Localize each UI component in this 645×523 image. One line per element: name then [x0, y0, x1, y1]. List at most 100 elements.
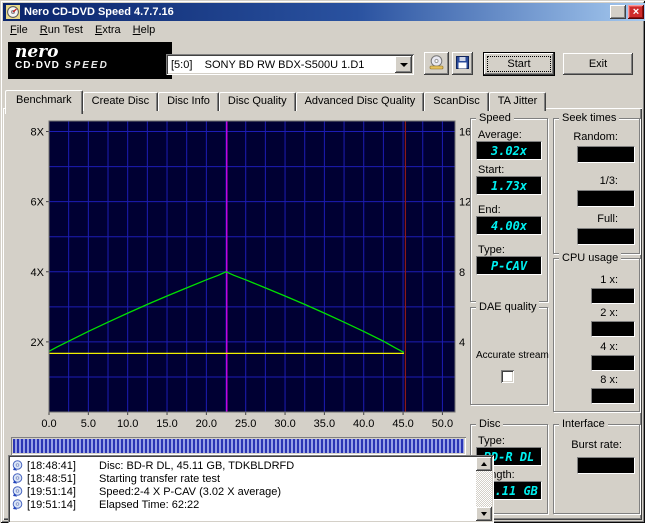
cpu-2x-value	[591, 321, 635, 337]
random-seek-value	[577, 146, 635, 163]
burst-rate-label: Burst rate:	[571, 439, 622, 451]
tab-scandisc[interactable]: ScanDisc	[424, 92, 489, 111]
disc-icon	[12, 473, 25, 484]
arrow-down-icon	[481, 512, 487, 516]
floppy-icon	[456, 55, 469, 72]
log-entry-time: [18:48:41]	[27, 459, 76, 472]
log-entry-time: [19:51:14]	[27, 485, 76, 498]
axis-tick-label: 8	[459, 267, 465, 279]
cpu-4x-value	[591, 355, 635, 371]
tab-disc-quality[interactable]: Disc Quality	[218, 92, 296, 111]
accurate-stream-checkbox[interactable]	[501, 370, 514, 383]
start-button[interactable]: Start	[484, 53, 554, 75]
log-entry-text: Disc: BD-R DL, 45.11 GB, TDKBLDRFD	[99, 459, 295, 472]
type-label: Type:	[478, 244, 505, 256]
cpu-1x-value	[591, 288, 635, 304]
cpu-8x-label: 8 x:	[600, 374, 618, 386]
seek-times-panel: Seek times Random: 1/3: Full:	[553, 112, 640, 254]
menu-help[interactable]: Help	[127, 22, 162, 38]
interface-panel: Interface Burst rate:	[553, 418, 640, 514]
speed-type-value: P-CAV	[476, 256, 542, 275]
log-entry-time: [18:48:51]	[27, 472, 76, 485]
tab-strip: Benchmark Create Disc Disc Info Disc Qualit…	[5, 90, 547, 114]
axis-tick-label: 30.0	[274, 418, 295, 430]
axis-tick-label: 4	[459, 337, 465, 349]
burst-rate-value	[577, 457, 635, 474]
progress-bar-fill	[13, 439, 464, 453]
menu-file[interactable]: File	[4, 22, 34, 38]
drive-select-dropdown-button[interactable]	[395, 56, 412, 73]
progress-bar	[11, 437, 466, 455]
one-third-seek-label: 1/3:	[599, 175, 618, 187]
seek-times-panel-title: Seek times	[559, 112, 620, 124]
scroll-up-button[interactable]	[476, 457, 492, 471]
average-label: Average:	[478, 129, 522, 141]
tab-ta-jitter[interactable]: TA Jitter	[488, 92, 547, 111]
title-bar[interactable]: Nero CD-DVD Speed 4.7.7.16 ×	[3, 3, 645, 21]
arrow-up-icon	[481, 462, 487, 466]
log-panel: [18:48:41] Disc: BD-R DL, 45.11 GB, TDKBL…	[8, 455, 494, 523]
average-speed-value: 3.02x	[476, 141, 542, 160]
start-speed-value: 1.73x	[476, 176, 542, 195]
axis-tick-label: 2X	[31, 337, 45, 349]
log-entry-time: [19:51:14]	[27, 498, 76, 511]
tab-content-benchmark: 2X 4X 6X 8X 4 8 12 16 0.0 5.0 10.0 15.0 20.0 25.0 30.0…	[3, 108, 642, 523]
close-button[interactable]: ×	[628, 5, 644, 19]
axis-tick-label: 20.0	[196, 418, 217, 430]
drive-select-value: [5:0] SONY BD RW BDX-S500U 1.D1	[171, 58, 365, 71]
minimize-button[interactable]	[610, 5, 626, 19]
menu-bar: File Run Test Extra Help	[3, 21, 643, 39]
benchmark-chart: 2X4X6X8X4812160.0 5.0 10.0 15.0 20.0 25.0 30.0…	[31, 120, 471, 430]
menu-extra[interactable]: Extra	[89, 22, 127, 38]
axis-tick-label: 5.0	[81, 418, 96, 430]
axis-tick-label: 0.0	[41, 418, 56, 430]
nero-logo-cddvd: CD·DVD	[15, 60, 60, 71]
cpu-4x-label: 4 x:	[600, 341, 618, 353]
tab-create-disc[interactable]: Create Disc	[82, 92, 159, 111]
disc-toolbar-button[interactable]	[424, 52, 449, 75]
speed-panel: Speed Average: 3.02x Start: 1.73x End: 4…	[470, 112, 548, 302]
axis-tick-label: 25.0	[235, 418, 256, 430]
disc-icon	[12, 460, 25, 471]
interface-panel-title: Interface	[559, 418, 608, 430]
axis-tick-label: 6X	[31, 197, 45, 209]
axis-tick-label: 45.0	[392, 418, 413, 430]
log-entry: [18:48:51] Starting transfer rate test	[12, 472, 474, 485]
log-scrollbar[interactable]	[476, 457, 492, 521]
chevron-down-icon	[399, 62, 408, 67]
log-lines: [18:48:41] Disc: BD-R DL, 45.11 GB, TDKBL…	[12, 459, 474, 511]
random-seek-label: Random:	[573, 131, 618, 143]
tab-benchmark[interactable]: Benchmark	[5, 90, 83, 114]
disc-type-label: Type:	[478, 435, 505, 447]
log-entry: [19:51:14] Elapsed Time: 62:22	[12, 498, 474, 511]
exit-button[interactable]: Exit	[563, 53, 633, 75]
axis-tick-label: 50.0	[432, 418, 453, 430]
scroll-down-button[interactable]	[476, 507, 492, 521]
full-seek-value	[577, 228, 635, 245]
menu-run-test[interactable]: Run Test	[34, 22, 89, 38]
log-entry-text: Speed:2-4 X P-CAV (3.02 X average)	[99, 485, 282, 498]
cpu-8x-value	[591, 388, 635, 404]
one-third-seek-value	[577, 190, 635, 207]
start-label: Start:	[478, 164, 505, 176]
axis-tick-label: 40.0	[353, 418, 374, 430]
end-speed-value: 4.00x	[476, 216, 542, 235]
cpu-usage-panel: CPU usage 1 x: 2 x: 4 x: 8 x:	[553, 252, 640, 412]
drive-select[interactable]: [5:0] SONY BD RW BDX-S500U 1.D1	[166, 54, 414, 75]
cpu-2x-label: 2 x:	[600, 307, 618, 319]
tab-disc-info[interactable]: Disc Info	[158, 92, 219, 111]
disc-hand-icon	[428, 54, 445, 73]
save-button[interactable]	[452, 52, 473, 75]
axis-tick-label: 15.0	[156, 418, 177, 430]
dae-quality-panel-title: DAE quality	[476, 301, 540, 313]
axis-tick-label: 10.0	[117, 418, 138, 430]
app-window: Nero CD-DVD Speed 4.7.7.16 × File Run Tes…	[0, 0, 645, 523]
axis-tick-label: 8X	[31, 127, 45, 139]
tab-advanced-disc-quality[interactable]: Advanced Disc Quality	[295, 92, 425, 111]
axis-tick-label: 35.0	[314, 418, 335, 430]
log-entry: [19:51:14] Speed:2-4 X P-CAV (3.02 X aver…	[12, 485, 474, 498]
cpu-1x-label: 1 x:	[600, 274, 618, 286]
log-entry-text: Starting transfer rate test	[99, 472, 221, 485]
axis-tick-label: 4X	[31, 267, 45, 279]
nero-logo: nero CD·DVD SPEED	[8, 42, 172, 79]
